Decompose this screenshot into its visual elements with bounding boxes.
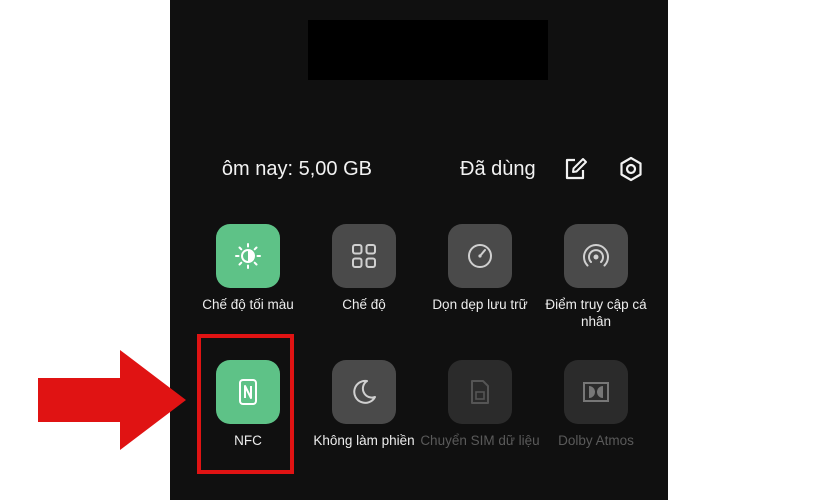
tile-dark-mode[interactable]: Chế độ tối màu	[188, 224, 308, 313]
tile-switch-sim[interactable]: Chuyển SIM dữ liệu	[420, 360, 540, 449]
dark-mode-button[interactable]	[216, 224, 280, 288]
tile-label: Dolby Atmos	[558, 433, 634, 448]
do-not-disturb-button[interactable]	[332, 360, 396, 424]
hotspot-icon	[583, 244, 609, 267]
tile-storage-cleanup[interactable]: Dọn dẹp lưu trữ	[420, 224, 540, 313]
sim-icon	[471, 380, 489, 404]
redacted-area	[308, 20, 548, 80]
nfc-highlight-box	[197, 334, 294, 474]
edit-icon[interactable]	[563, 156, 589, 182]
tile-label: Không làm phiền	[313, 433, 415, 448]
dark-mode-icon	[235, 243, 261, 269]
data-usage-row: ôm nay: 5,00 GB Đã dùng	[170, 150, 668, 190]
tile-label: Chế độ	[342, 297, 386, 312]
dolby-atmos-button[interactable]	[564, 360, 628, 424]
gauge-icon	[468, 244, 492, 268]
tile-do-not-disturb[interactable]: Không làm phiền	[304, 360, 424, 449]
data-used-text: Đã dùng	[460, 158, 536, 180]
tile-label: Chế độ tối màu	[202, 297, 294, 312]
grid-icon	[352, 244, 376, 268]
tile-mode[interactable]: Chế độ	[304, 224, 424, 313]
pointer-arrow	[38, 350, 186, 450]
tile-label: Chuyển SIM dữ liệu	[420, 433, 540, 448]
hotspot-button[interactable]	[564, 224, 628, 288]
switch-sim-button[interactable]	[448, 360, 512, 424]
tile-dolby-atmos[interactable]: Dolby Atmos	[536, 360, 656, 449]
storage-cleanup-button[interactable]	[448, 224, 512, 288]
tile-label: Dọn dẹp lưu trữ	[432, 297, 528, 312]
moon-icon	[353, 379, 376, 404]
tile-hotspot[interactable]: Điểm truy cập cá nhân	[536, 224, 656, 330]
mode-button[interactable]	[332, 224, 396, 288]
dolby-icon	[583, 382, 609, 402]
tile-label: Điểm truy cập cá nhân	[545, 297, 647, 329]
settings-icon[interactable]	[618, 156, 644, 182]
data-today-text: ôm nay: 5,00 GB	[221, 158, 372, 180]
